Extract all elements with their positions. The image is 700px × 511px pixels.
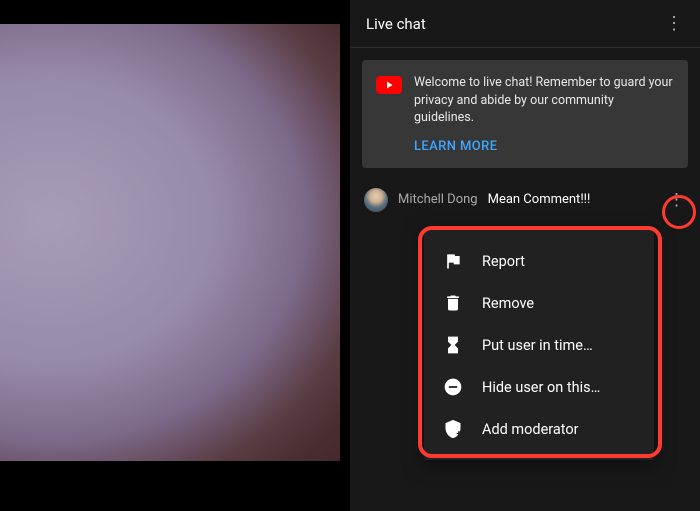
menu-label: Hide user on this…	[482, 379, 600, 396]
message-text: Mean Comment!!!	[488, 192, 591, 207]
menu-label: Put user in time…	[482, 337, 593, 354]
menu-item-add-moderator[interactable]: + Add moderator	[424, 408, 654, 450]
menu-label: Add moderator	[482, 421, 579, 438]
menu-item-timeout[interactable]: Put user in time…	[424, 324, 654, 366]
menu-item-hide-user[interactable]: Hide user on this…	[424, 366, 654, 408]
trash-icon	[442, 292, 464, 314]
welcome-card: Welcome to live chat! Remember to guard …	[362, 60, 688, 168]
hourglass-icon	[442, 334, 464, 356]
menu-item-remove[interactable]: Remove	[424, 282, 654, 324]
youtube-icon	[376, 76, 402, 94]
svg-text:+: +	[456, 430, 461, 440]
message-author[interactable]: Mitchell Dong	[398, 192, 478, 207]
chat-title: Live chat	[366, 15, 426, 33]
video-player-area[interactable]	[0, 0, 350, 511]
avatar[interactable]	[364, 188, 388, 212]
flag-icon	[442, 250, 464, 272]
message-context-menu: Report Remove Put user in time… Hide use…	[424, 230, 654, 460]
message-options-icon[interactable]: ⋮	[662, 186, 690, 214]
chat-message-row: Mitchell Dong Mean Comment!!! ⋮	[350, 180, 700, 220]
welcome-text: Welcome to live chat! Remember to guard …	[414, 74, 674, 127]
learn-more-link[interactable]: LEARN MORE	[414, 139, 674, 154]
chat-header: Live chat ⋮	[350, 0, 700, 48]
video-canvas	[0, 24, 340, 461]
block-icon	[442, 376, 464, 398]
menu-item-report[interactable]: Report	[424, 240, 654, 282]
shield-add-icon: +	[442, 418, 464, 440]
menu-label: Report	[482, 253, 525, 270]
menu-label: Remove	[482, 295, 534, 312]
chat-options-icon[interactable]: ⋮	[659, 9, 688, 38]
